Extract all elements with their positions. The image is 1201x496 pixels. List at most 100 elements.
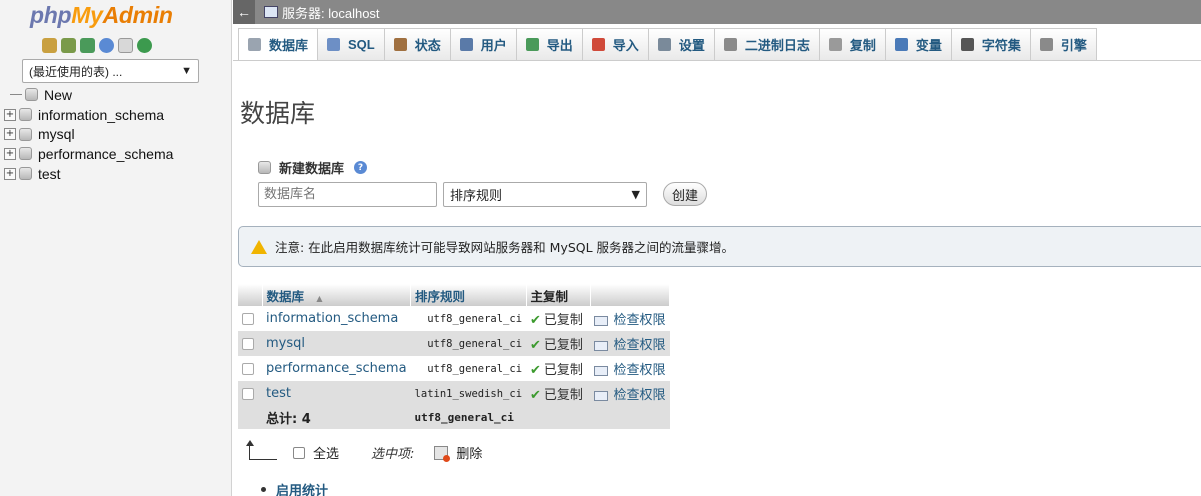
row-checkbox[interactable] <box>242 387 254 400</box>
header-actions <box>590 284 671 306</box>
collapse-nav-icon[interactable]: ← <box>233 0 255 24</box>
database-icon <box>19 108 32 122</box>
database-name-input[interactable] <box>258 182 437 207</box>
database-link[interactable]: test <box>262 381 411 406</box>
database-link[interactable]: information_schema <box>262 306 411 331</box>
collation-cell: utf8_general_ci <box>410 306 527 331</box>
home-icon[interactable] <box>42 38 57 53</box>
top-menu-tabs: 数据库 SQL 状态 用户 导出 导入 设置 二进制日志 复制 变量 字符集 引… <box>233 24 1201 61</box>
reload-icon[interactable] <box>137 38 152 53</box>
enable-statistics-item: 启用统计 <box>261 480 328 496</box>
replication-cell: ✔ 已复制 <box>526 381 591 406</box>
database-link[interactable]: mysql <box>262 331 411 356</box>
notice-text: 注意: 在此启用数据库统计可能导致网站服务器和 MySQL 服务器之间的流量骤增… <box>275 240 735 255</box>
collation-select[interactable]: 排序规则 ▼ <box>443 182 647 207</box>
expand-icon[interactable]: + <box>4 167 16 180</box>
bulk-actions: 全选 选中项: 删除 <box>246 439 482 462</box>
tab-status[interactable]: 状态 <box>383 28 451 60</box>
table-row: mysql utf8_general_ci ✔ 已复制 检查权限 <box>238 331 670 356</box>
status-icon <box>393 38 407 51</box>
table-row: performance_schema utf8_general_ci ✔ 已复制 … <box>238 356 670 381</box>
delete-icon[interactable] <box>434 445 451 462</box>
sql-icon[interactable] <box>80 38 95 53</box>
row-checkbox[interactable] <box>242 362 254 375</box>
check-privileges-link[interactable]: 检查权限 <box>590 381 670 406</box>
check-privileges-link[interactable]: 检查权限 <box>590 306 670 331</box>
main-content: 数据库 新建数据库 ? 排序规则 ▼ 创建 注意: 在此启用数据库统计可能导致网… <box>233 62 1201 496</box>
engine-icon <box>1039 38 1053 51</box>
tab-charsets[interactable]: 字符集 <box>950 28 1031 60</box>
check-icon: ✔ <box>530 338 541 353</box>
privileges-icon <box>594 315 609 326</box>
nav-icon-bar <box>42 38 152 53</box>
chevron-down-icon: ▼ <box>181 65 192 77</box>
collation-cell: latin1_swedish_ci <box>410 381 527 406</box>
help-icon[interactable] <box>99 38 114 53</box>
databases-table: 数据库 ▲ 排序规则 主复制 information_schema utf8_g… <box>238 284 671 429</box>
tree-item-information-schema[interactable]: + information_schema <box>4 105 173 125</box>
tab-sql[interactable]: SQL <box>317 28 385 60</box>
database-icon <box>248 38 261 51</box>
table-row: information_schema utf8_general_ci ✔ 已复制 … <box>238 306 670 331</box>
privileges-icon <box>594 365 609 376</box>
tab-users[interactable]: 用户 <box>449 28 517 60</box>
check-privileges-link[interactable]: 检查权限 <box>590 356 670 381</box>
new-database-icon <box>25 88 38 102</box>
navigation-panel: phpMyAdmin (最近使用的表) ... ▼ New + informat… <box>0 0 232 496</box>
charset-icon <box>960 38 974 51</box>
check-icon: ✔ <box>530 363 541 378</box>
docs-icon[interactable] <box>118 38 133 53</box>
tab-binary-log[interactable]: 二进制日志 <box>713 28 820 60</box>
table-row: test latin1_swedish_ci ✔ 已复制 检查权限 <box>238 381 670 406</box>
tab-export[interactable]: 导出 <box>515 28 583 60</box>
row-checkbox[interactable] <box>242 312 254 325</box>
check-privileges-link[interactable]: 检查权限 <box>590 331 670 356</box>
check-icon: ✔ <box>530 388 541 403</box>
sort-ascending-icon: ▲ <box>316 293 323 303</box>
tab-databases[interactable]: 数据库 <box>238 28 319 60</box>
select-all-label[interactable]: 全选 <box>313 443 339 462</box>
tree-item-performance-schema[interactable]: + performance_schema <box>4 144 173 164</box>
import-icon <box>591 38 605 51</box>
recent-tables-select[interactable]: (最近使用的表) ... ▼ <box>22 59 199 83</box>
server-breadcrumb[interactable]: 服务器: localhost <box>282 3 380 22</box>
tab-replication[interactable]: 复制 <box>818 28 886 60</box>
help-icon[interactable]: ? <box>354 161 368 174</box>
tree-connector <box>10 94 22 96</box>
database-icon <box>19 147 32 161</box>
bullet-icon <box>261 487 266 492</box>
warning-icon <box>251 239 267 254</box>
header-database[interactable]: 数据库 ▲ <box>262 284 412 306</box>
database-icon <box>19 167 32 181</box>
delete-button[interactable]: 删除 <box>456 443 482 462</box>
row-checkbox[interactable] <box>242 337 254 350</box>
select-all-checkbox[interactable] <box>293 446 305 459</box>
replication-cell: ✔ 已复制 <box>526 356 591 381</box>
tab-import[interactable]: 导入 <box>581 28 649 60</box>
expand-icon[interactable]: + <box>4 128 16 141</box>
tab-variables[interactable]: 变量 <box>884 28 952 60</box>
header-replication: 主复制 <box>526 284 591 306</box>
tab-engines[interactable]: 引擎 <box>1029 28 1097 60</box>
total-collation: utf8_general_ci <box>410 406 527 429</box>
enable-statistics-link[interactable]: 启用统计 <box>276 480 328 496</box>
header-checkbox-cell <box>238 284 263 306</box>
tree-item-test[interactable]: + test <box>4 164 173 184</box>
database-link[interactable]: performance_schema <box>262 356 411 381</box>
replication-icon <box>828 38 842 51</box>
tab-settings[interactable]: 设置 <box>647 28 715 60</box>
tree-item-new[interactable]: New <box>4 85 173 105</box>
privileges-icon <box>594 390 609 401</box>
header-collation[interactable]: 排序规则 <box>410 284 527 306</box>
privileges-icon <box>594 340 609 351</box>
create-button[interactable]: 创建 <box>663 182 707 206</box>
expand-icon[interactable]: + <box>4 147 16 160</box>
exit-icon[interactable] <box>61 38 76 53</box>
phpmyadmin-logo[interactable]: phpMyAdmin <box>30 2 173 29</box>
with-selected-label: 选中项: <box>371 447 415 462</box>
binlog-icon <box>723 38 737 51</box>
expand-icon[interactable]: + <box>4 108 16 121</box>
users-icon <box>459 38 473 51</box>
check-icon: ✔ <box>530 313 541 328</box>
tree-item-mysql[interactable]: + mysql <box>4 124 173 144</box>
